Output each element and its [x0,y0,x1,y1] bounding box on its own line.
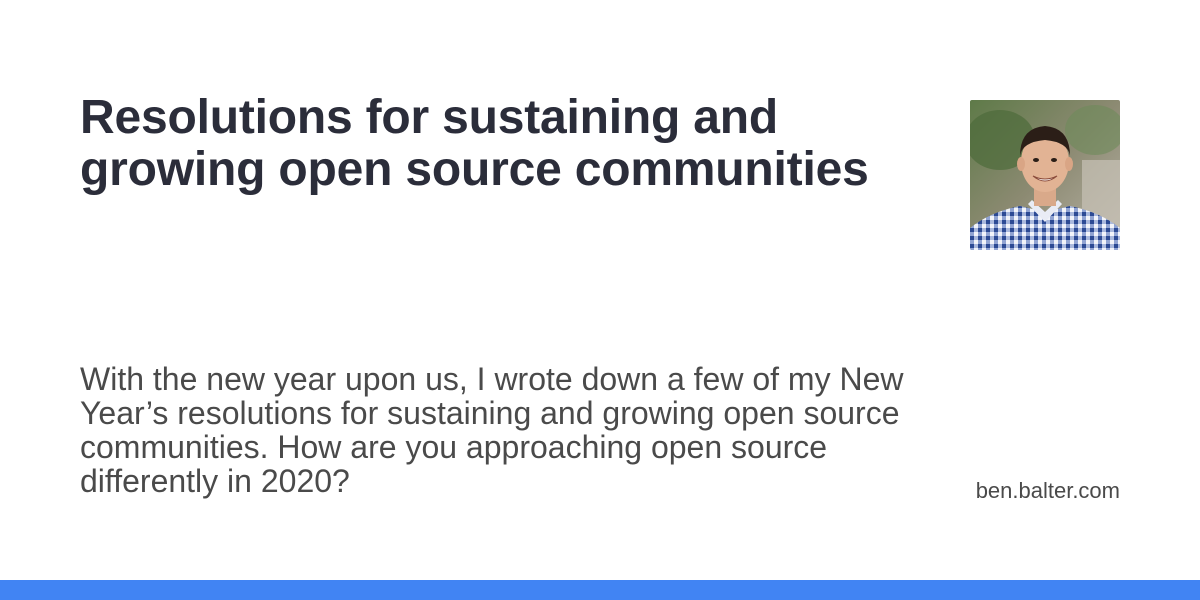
accent-bar [0,580,1200,600]
author-photo-icon [970,100,1120,250]
site-url: ben.balter.com [975,478,1120,503]
page-description: With the new year upon us, I wrote down … [80,361,904,499]
share-card: Resolutions for sustaining and growing o… [0,0,1200,600]
page-title: Resolutions for sustaining and growing o… [80,91,869,196]
author-avatar [970,100,1120,250]
